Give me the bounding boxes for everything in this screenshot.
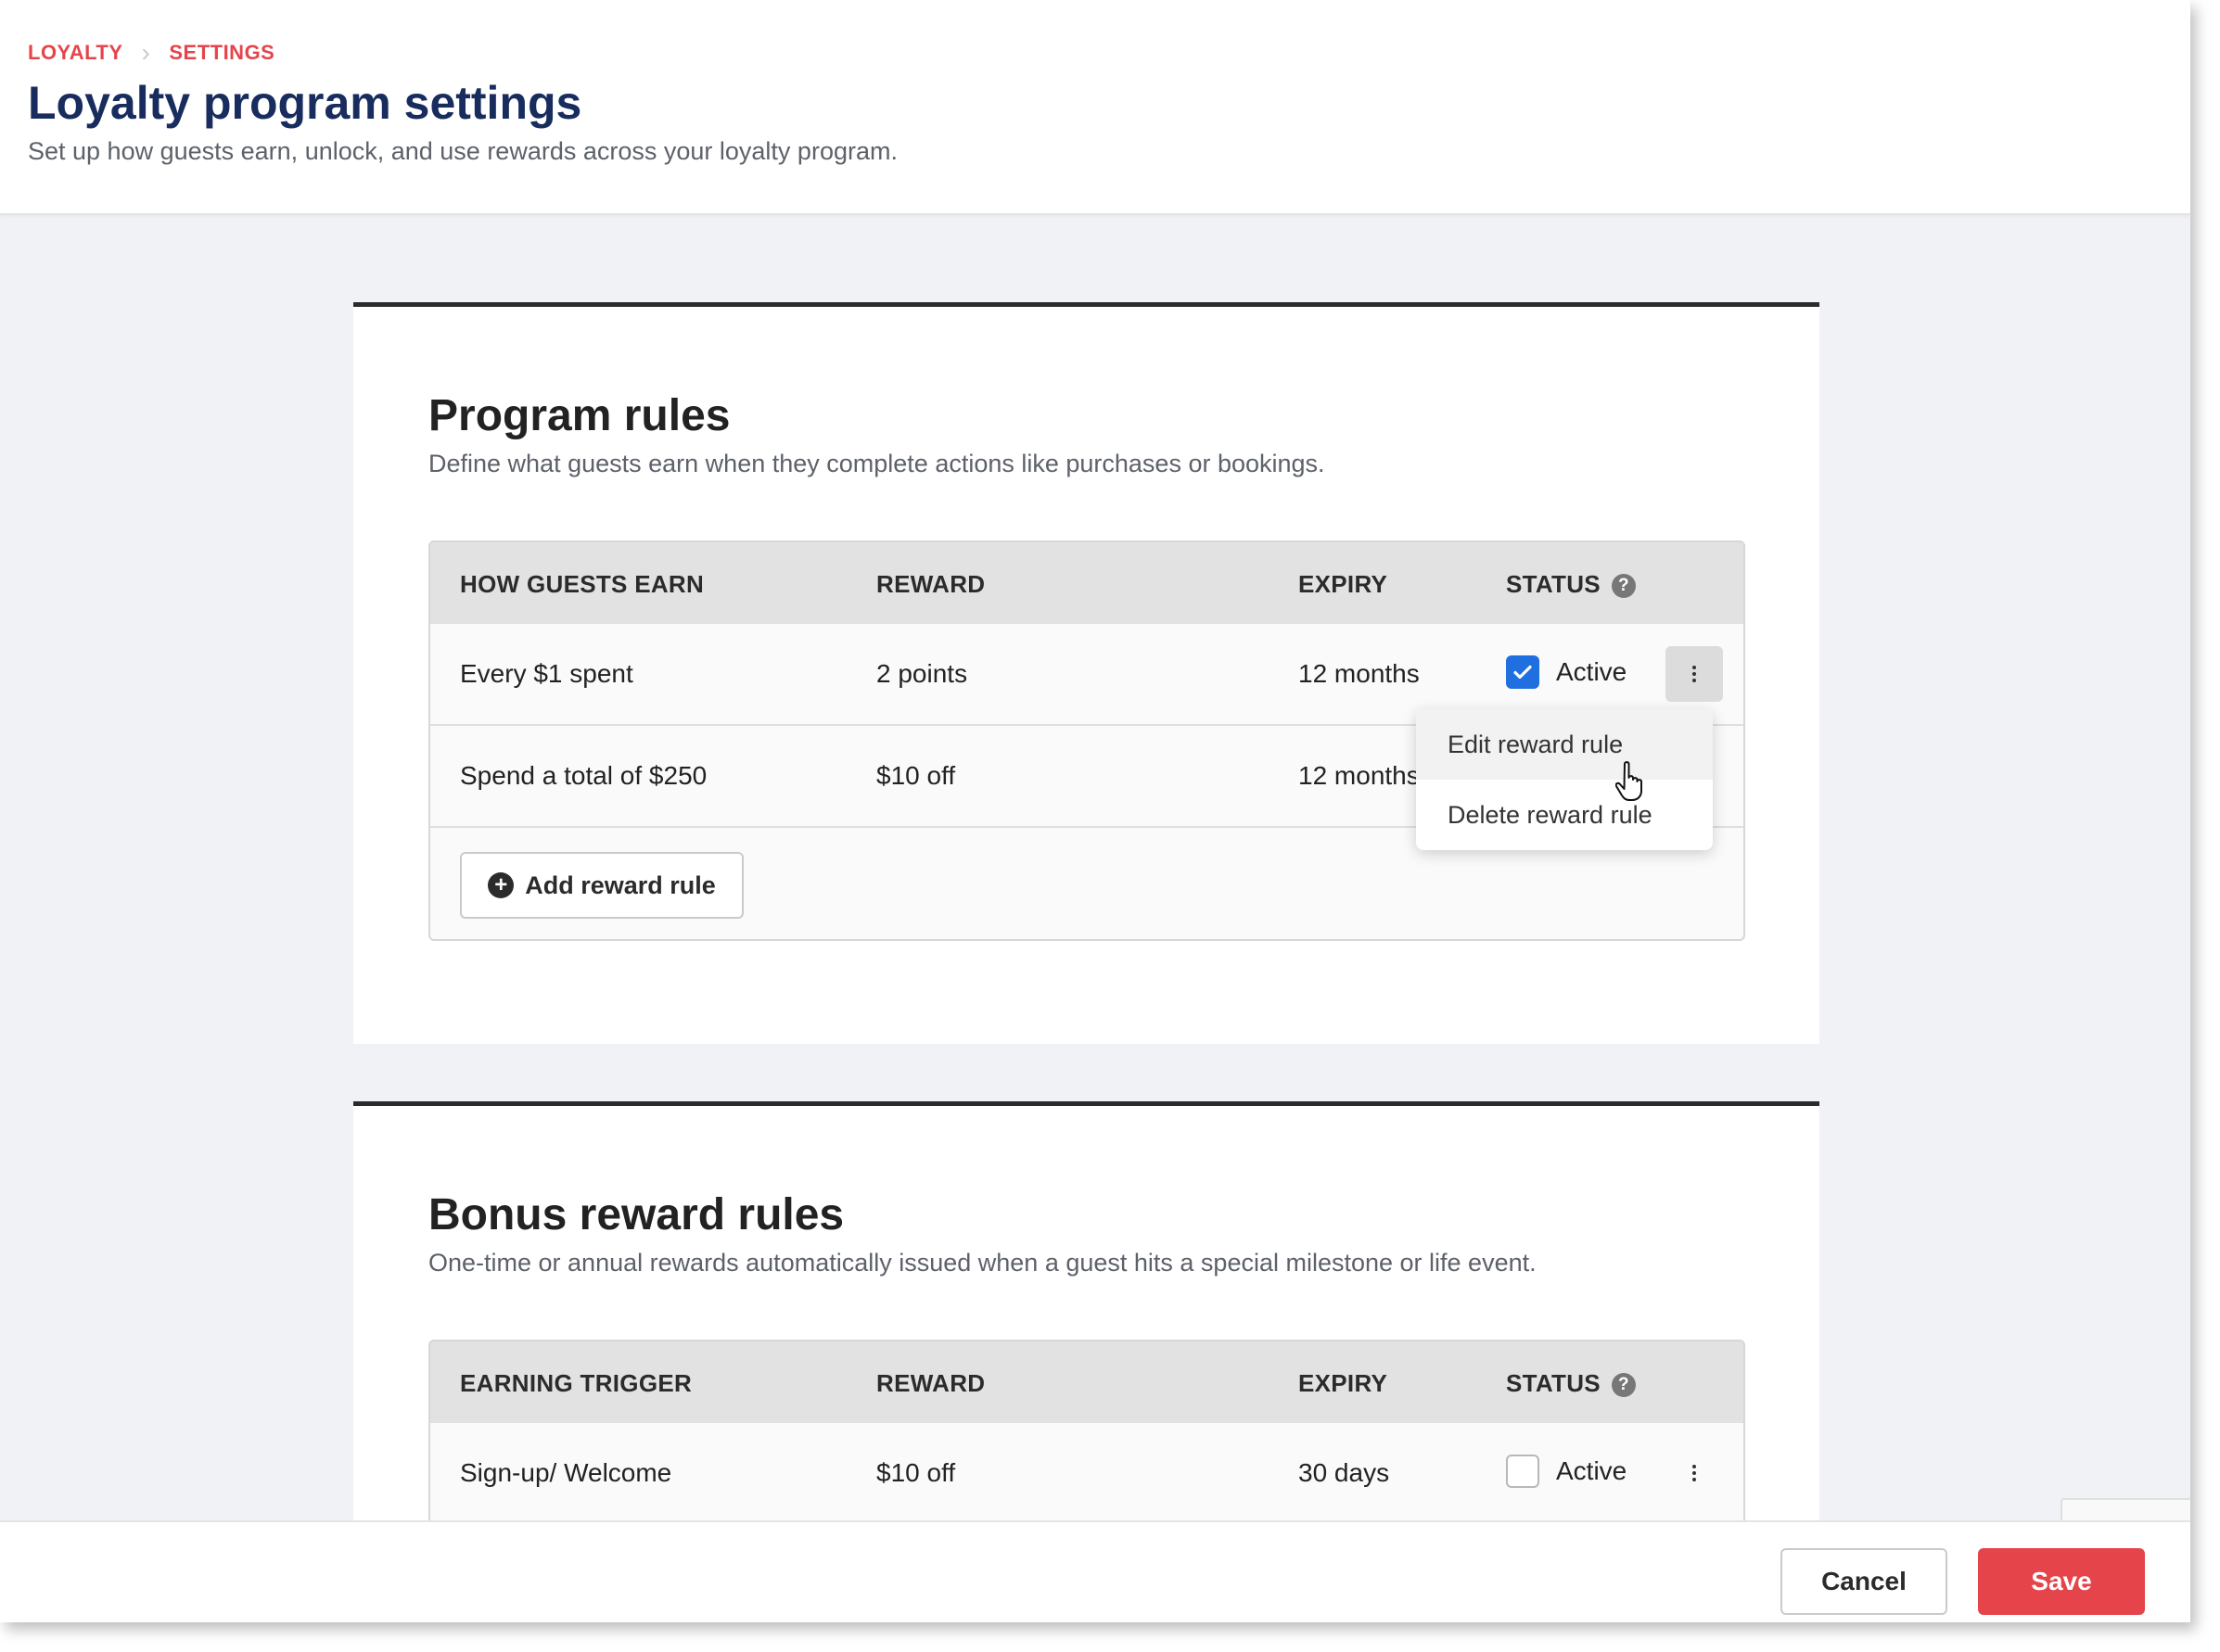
- reward-cell: $10 off: [876, 1458, 956, 1487]
- question-circle-icon[interactable]: ?: [1611, 1373, 1636, 1397]
- add-reward-rule-label: Add reward rule: [525, 870, 716, 899]
- reward-cell: $10 off: [876, 761, 956, 790]
- page-title: Loyalty program settings: [28, 77, 582, 129]
- column-header-status: STATUS?: [1506, 570, 1636, 599]
- program-rules-card: Program rules Define what guests earn wh…: [353, 302, 1819, 1044]
- column-header-status: STATUS?: [1506, 1369, 1636, 1398]
- hand-pointer-icon: [1615, 761, 1642, 801]
- menu-item-edit-reward-rule[interactable]: Edit reward rule: [1416, 709, 1713, 780]
- kebab-menu-icon: [1692, 666, 1696, 682]
- column-header-expiry: EXPIRY: [1298, 570, 1388, 598]
- column-header-reward: REWARD: [876, 1369, 986, 1397]
- table-header: EARNING TRIGGER REWARD EXPIRY STATUS?: [430, 1341, 1743, 1423]
- chevron-right-icon: ›: [141, 38, 151, 67]
- program-rules-subtitle: Define what guests earn when they comple…: [428, 450, 1325, 477]
- checkmark-icon: [1513, 665, 1532, 680]
- column-header-earning-trigger: EARNING TRIGGER: [460, 1369, 693, 1397]
- page-header: LOYALTY › SETTINGS Loyalty program setti…: [0, 0, 2190, 215]
- active-checkbox[interactable]: [1506, 655, 1539, 689]
- expiry-cell: 12 months: [1298, 659, 1420, 688]
- reward-cell: 2 points: [876, 659, 968, 688]
- row-actions-button[interactable]: [1665, 1445, 1723, 1501]
- column-header-status-label: STATUS: [1506, 570, 1601, 598]
- row-actions-menu: Edit reward rule Delete reward rule: [1416, 709, 1713, 850]
- save-button[interactable]: Save: [1978, 1548, 2145, 1615]
- footer-action-bar: Cancel Save: [0, 1520, 2190, 1622]
- column-header-how-guests-earn: HOW GUESTS EARN: [460, 570, 705, 598]
- column-header-reward: REWARD: [876, 570, 986, 598]
- expiry-cell: 30 days: [1298, 1458, 1390, 1487]
- earn-cell: Every $1 spent: [460, 659, 633, 688]
- status-cell: Active: [1506, 1455, 1627, 1488]
- status-cell: Active: [1506, 655, 1627, 689]
- column-header-status-label: STATUS: [1506, 1369, 1601, 1397]
- page-subtitle: Set up how guests earn, unlock, and use …: [28, 137, 898, 165]
- column-header-expiry: EXPIRY: [1298, 1369, 1388, 1397]
- cancel-button[interactable]: Cancel: [1780, 1548, 1947, 1615]
- plus-circle-icon: +: [488, 872, 515, 898]
- expiry-cell: 12 months: [1298, 761, 1420, 790]
- bonus-rules-title: Bonus reward rules: [428, 1190, 845, 1239]
- bonus-rules-subtitle: One-time or annual rewards automatically…: [428, 1249, 1537, 1277]
- kebab-menu-icon: [1692, 1465, 1696, 1481]
- question-circle-icon[interactable]: ?: [1611, 574, 1636, 598]
- status-label: Active: [1556, 1456, 1627, 1485]
- active-checkbox[interactable]: [1506, 1455, 1539, 1488]
- status-label: Active: [1556, 657, 1627, 686]
- breadcrumb-loyalty-link[interactable]: LOYALTY: [28, 41, 123, 65]
- earn-cell: Spend a total of $250: [460, 761, 708, 790]
- breadcrumb: LOYALTY › SETTINGS: [28, 38, 274, 67]
- program-rules-title: Program rules: [428, 391, 731, 440]
- menu-item-delete-reward-rule[interactable]: Delete reward rule: [1416, 780, 1713, 850]
- app-window: LOYALTY › SETTINGS Loyalty program setti…: [0, 0, 2190, 1622]
- breadcrumb-settings-link[interactable]: SETTINGS: [169, 41, 274, 65]
- table-row: Sign-up/ Welcome $10 off 30 days Active: [430, 1423, 1743, 1525]
- row-actions-button[interactable]: [1665, 646, 1723, 702]
- trigger-cell: Sign-up/ Welcome: [460, 1458, 672, 1487]
- table-header: HOW GUESTS EARN REWARD EXPIRY STATUS?: [430, 542, 1743, 624]
- add-reward-rule-button[interactable]: + Add reward rule: [460, 852, 744, 919]
